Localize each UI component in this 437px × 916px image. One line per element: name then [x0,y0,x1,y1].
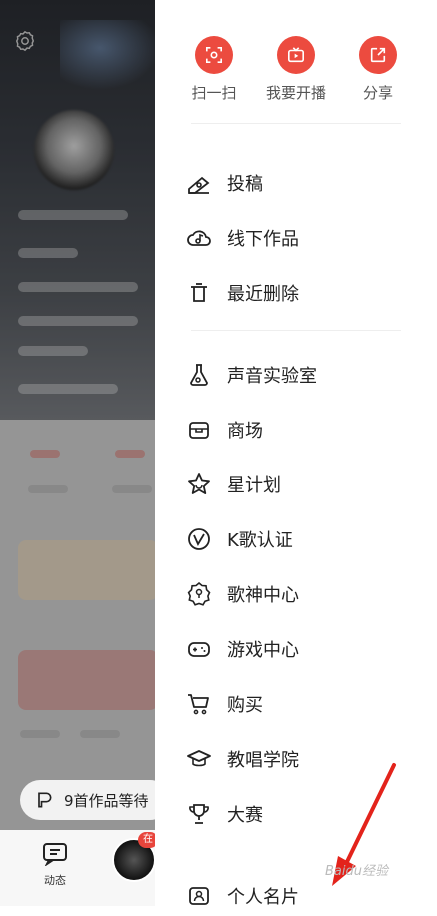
watermark: Baidu经验 [325,864,388,879]
annotation-arrow [332,763,396,886]
